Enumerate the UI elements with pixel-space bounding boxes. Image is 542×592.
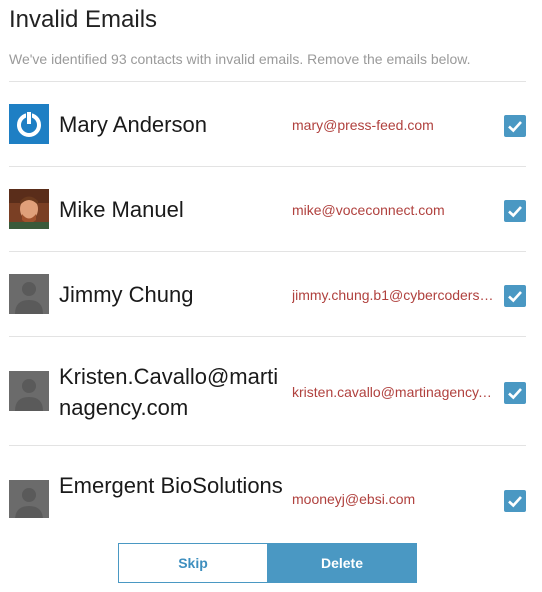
contact-email: kristen.cavallo@martinagency.com	[292, 384, 495, 400]
select-checkbox[interactable]	[504, 285, 526, 307]
select-checkbox[interactable]	[504, 200, 526, 222]
page-subtitle: We've identified 93 contacts with invali…	[9, 51, 471, 67]
contact-email: mary@press-feed.com	[292, 117, 434, 133]
skip-button[interactable]: Skip	[118, 543, 268, 583]
default-person-icon	[9, 371, 49, 411]
contact-email: mike@voceconnect.com	[292, 202, 445, 218]
checkmark-icon	[508, 388, 522, 400]
contact-row: Mike Manuel mike@voceconnect.com	[9, 167, 526, 252]
contact-name: Jimmy Chung	[59, 282, 194, 307]
checkmark-icon	[508, 291, 522, 303]
power-logo-icon	[9, 104, 49, 144]
contact-name: Mike Manuel	[59, 197, 184, 222]
contact-row: Mary Anderson mary@press-feed.com	[9, 82, 526, 167]
delete-button[interactable]: Delete	[267, 543, 417, 583]
action-buttons: Skip Delete	[118, 543, 417, 583]
checkmark-icon	[508, 206, 522, 218]
contact-name: Kristen.Cavallo@martinagency.com	[59, 364, 279, 420]
page-title: Invalid Emails	[9, 6, 158, 33]
contact-row: Emergent BioSolutions mooneyj@ebsi.com	[9, 446, 526, 518]
contact-name: Emergent BioSolutions	[59, 473, 283, 498]
contact-email: mooneyj@ebsi.com	[292, 491, 416, 507]
select-checkbox[interactable]	[504, 382, 526, 404]
checkmark-icon	[508, 496, 522, 508]
default-person-icon	[9, 274, 49, 314]
default-person-icon	[9, 480, 49, 518]
contact-row: Jimmy Chung jimmy.chung.b1@cybercoders.c…	[9, 252, 526, 337]
select-checkbox[interactable]	[504, 115, 526, 137]
checkmark-icon	[508, 121, 522, 133]
contact-name: Mary Anderson	[59, 112, 207, 137]
contact-email: jimmy.chung.b1@cybercoders.com	[292, 287, 495, 303]
contact-list[interactable]: Mary Anderson mary@press-feed.com Mike M…	[9, 82, 526, 518]
select-checkbox[interactable]	[504, 490, 526, 512]
contact-photo-avatar	[9, 189, 49, 229]
contact-row: Kristen.Cavallo@martinagency.com kristen…	[9, 337, 526, 446]
